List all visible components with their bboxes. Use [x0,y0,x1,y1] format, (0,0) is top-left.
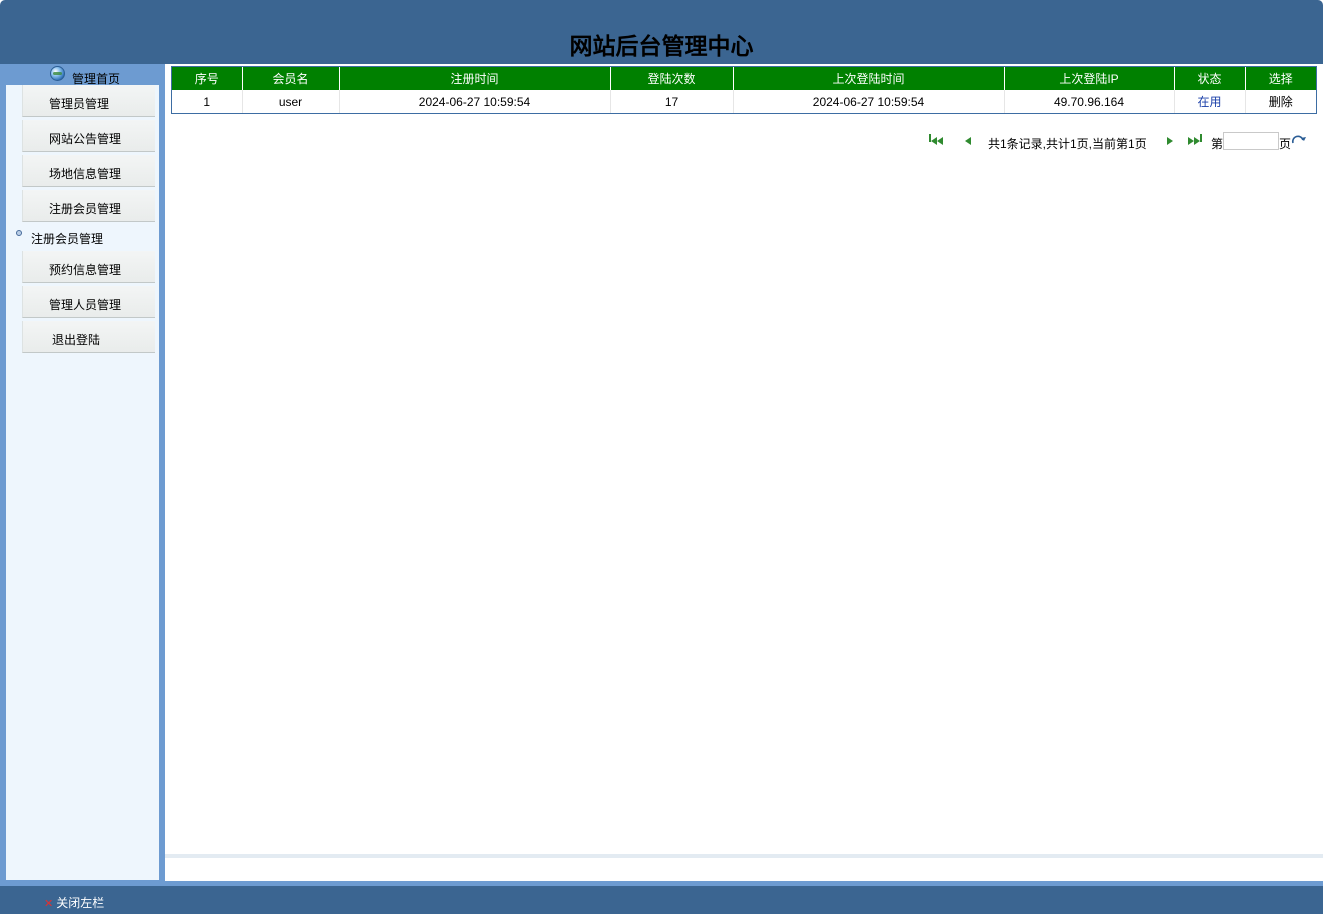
sidebar-item-label: 管理员管理 [49,97,110,111]
prev-page-icon[interactable] [965,134,971,148]
sidebar-item-label: 网站公告管理 [49,132,122,146]
pagination-info: 共1条记录,共计1页,当前第1页 [988,137,1147,151]
column-header: 选择 [1245,67,1316,90]
sidebar-subitem-label: 注册会员管理 [31,232,104,246]
column-header: 状态 [1174,67,1246,90]
cell-index: 1 [172,90,243,113]
cell-member-name: user [242,90,340,113]
sidebar-item-logout[interactable]: 退出登陆 [22,321,155,353]
main-content: 序号 会员名 注册时间 登陆次数 上次登陆时间 上次登陆IP 状态 选择 1 u… [165,64,1323,886]
delete-link[interactable]: 删除 [1269,95,1293,109]
next-page-icon[interactable] [1167,134,1173,148]
page-suffix: 页 [1279,137,1292,151]
close-sidebar-button[interactable]: ✕ 关闭左栏 [44,894,104,911]
pagination: 共1条记录,共计1页,当前第1页 第 页 [929,130,1319,151]
sidebar-item-reservation-management[interactable]: 预约信息管理 [22,251,155,283]
table-row: 1 user 2024-06-27 10:59:54 17 2024-06-27… [172,90,1316,113]
header-bar: 网站后台管理中心 [0,0,1323,64]
cell-last-login-ip: 49.70.96.164 [1004,90,1175,113]
sidebar: 管理首页 管理员管理 网站公告管理 场地信息管理 注册会员管理 注册会员管理 预… [0,64,165,886]
content-divider [165,854,1323,858]
sidebar-item-label: 退出登陆 [52,333,101,347]
first-page-icon[interactable] [929,134,943,148]
cell-status: 在用 [1174,90,1246,113]
sidebar-subitem-member-management[interactable]: 注册会员管理 [16,226,156,248]
sidebar-item-venue-management[interactable]: 场地信息管理 [22,155,155,187]
sidebar-item-label: 场地信息管理 [49,167,122,181]
cell-last-login-time: 2024-06-27 10:59:54 [733,90,1005,113]
status-link[interactable]: 在用 [1197,95,1221,109]
table-header-row: 序号 会员名 注册时间 登陆次数 上次登陆时间 上次登陆IP 状态 选择 [172,67,1316,90]
sidebar-item-staff-management[interactable]: 管理人员管理 [22,286,155,318]
cell-register-time: 2024-06-27 10:59:54 [339,90,611,113]
page-title: 网站后台管理中心 [569,34,754,60]
column-header: 序号 [172,67,243,90]
sidebar-menu: 管理员管理 网站公告管理 场地信息管理 注册会员管理 注册会员管理 预约信息管理… [6,85,159,880]
last-page-icon[interactable] [1188,134,1202,148]
close-icon: ✕ [44,898,54,910]
column-header: 会员名 [242,67,340,90]
column-header: 上次登陆IP [1004,67,1175,90]
sidebar-item-label: 管理人员管理 [49,298,122,312]
sidebar-item-announcement-management[interactable]: 网站公告管理 [22,120,155,152]
sidebar-item-member-management[interactable]: 注册会员管理 [22,190,155,222]
page-number-input[interactable] [1223,132,1279,150]
globe-icon [50,66,65,81]
column-header: 注册时间 [339,67,611,90]
sidebar-item-admin-management[interactable]: 管理员管理 [22,85,155,117]
column-header: 登陆次数 [610,67,734,90]
cell-action: 删除 [1245,90,1316,113]
footer-bar: ✕ 关闭左栏 [0,886,1323,914]
column-header: 上次登陆时间 [733,67,1005,90]
close-sidebar-label: 关闭左栏 [56,896,105,910]
sidebar-item-label: 预约信息管理 [49,263,122,277]
page-prefix: 第 [1211,137,1224,151]
sidebar-home[interactable]: 管理首页 [0,64,165,86]
bullet-icon [16,230,22,236]
sidebar-item-label: 注册会员管理 [49,202,122,216]
cell-login-count: 17 [610,90,734,113]
member-table: 序号 会员名 注册时间 登陆次数 上次登陆时间 上次登陆IP 状态 选择 1 u… [171,66,1317,114]
go-page-icon[interactable] [1291,134,1307,146]
